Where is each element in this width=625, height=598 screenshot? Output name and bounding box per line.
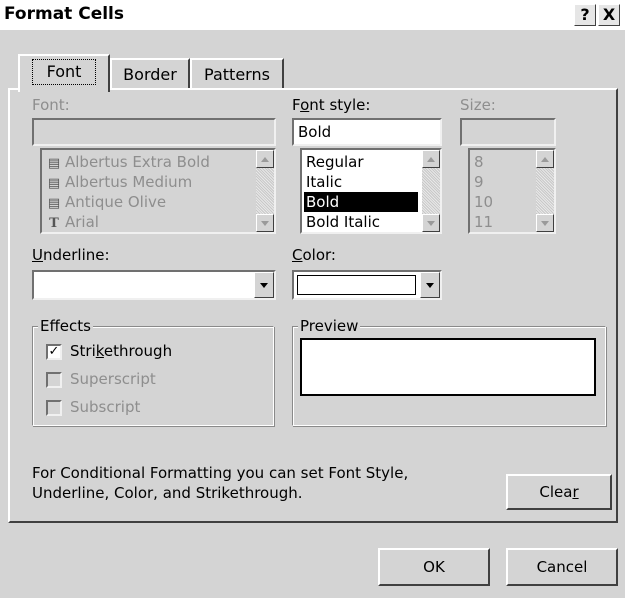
- tab-patterns-label: Patterns: [204, 65, 270, 84]
- scroll-up-button[interactable]: [536, 150, 554, 168]
- arrow-up-icon: [427, 157, 435, 162]
- font-style-item[interactable]: Italic: [304, 172, 422, 192]
- cancel-button[interactable]: Cancel: [506, 548, 618, 586]
- size-item[interactable]: 8: [472, 152, 484, 172]
- size-item[interactable]: 10: [472, 192, 493, 212]
- superscript-label: Superscript: [70, 370, 156, 388]
- format-cells-dialog: Format Cells ? X Font Border Patterns Fo…: [0, 0, 625, 598]
- arrow-down-icon: [541, 221, 549, 226]
- font-style-scrollbar[interactable]: [422, 150, 440, 232]
- font-style-item-selected[interactable]: Bold: [304, 192, 418, 212]
- font-list-item[interactable]: ▤ Albertus Extra Bold: [44, 152, 210, 172]
- underline-label: Underline:: [32, 246, 110, 264]
- font-list-item[interactable]: ▤ Antique Olive: [44, 192, 166, 212]
- truetype-font-icon: T: [49, 216, 59, 231]
- font-list-item[interactable]: ▤ Albertus Medium: [44, 172, 192, 192]
- ok-button[interactable]: OK: [378, 548, 490, 586]
- info-text-line1: For Conditional Formatting you can set F…: [32, 464, 409, 482]
- help-icon: ?: [580, 5, 590, 24]
- subscript-label: Subscript: [70, 398, 141, 416]
- printer-font-icon: ▤: [47, 176, 61, 191]
- scroll-up-button[interactable]: [256, 150, 274, 168]
- color-dropdown-button[interactable]: [420, 272, 440, 298]
- arrow-up-icon: [261, 157, 269, 162]
- printer-font-icon: ▤: [47, 156, 61, 171]
- font-style-item[interactable]: Bold Italic: [304, 212, 422, 232]
- info-text-line2: Underline, Color, and Strikethrough.: [32, 484, 303, 502]
- font-list-item[interactable]: T Arial: [44, 212, 99, 232]
- tab-font-label: Font: [31, 59, 97, 85]
- font-input[interactable]: [32, 118, 276, 146]
- arrow-up-icon: [541, 157, 549, 162]
- chevron-down-icon: [426, 283, 434, 288]
- color-select[interactable]: [292, 270, 442, 300]
- font-style-list[interactable]: Regular Italic Bold Bold Italic: [300, 148, 442, 234]
- font-list-scrollbar[interactable]: [256, 150, 274, 232]
- scroll-down-button[interactable]: [422, 214, 440, 232]
- arrow-down-icon: [261, 221, 269, 226]
- preview-title: Preview: [298, 317, 361, 335]
- size-item[interactable]: 9: [472, 172, 484, 192]
- subscript-checkbox[interactable]: [46, 400, 62, 416]
- font-style-input[interactable]: Bold: [292, 118, 442, 146]
- strikethrough-label: Strikethrough: [70, 342, 173, 360]
- size-list[interactable]: 8 9 10 11: [468, 148, 556, 234]
- superscript-checkbox[interactable]: [46, 372, 62, 388]
- clear-button[interactable]: Clear: [506, 474, 612, 510]
- title-bar: Format Cells ? X: [0, 0, 625, 30]
- strikethrough-checkbox[interactable]: ✓: [46, 344, 62, 360]
- scroll-down-button[interactable]: [536, 214, 554, 232]
- scroll-down-button[interactable]: [256, 214, 274, 232]
- underline-dropdown-button[interactable]: [254, 272, 274, 298]
- font-style-item[interactable]: Regular: [304, 152, 422, 172]
- underline-select[interactable]: [32, 270, 276, 300]
- tab-border[interactable]: Border: [110, 58, 190, 92]
- tab-border-label: Border: [123, 65, 177, 84]
- size-item[interactable]: 11: [472, 212, 493, 232]
- chevron-down-icon: [260, 283, 268, 288]
- scroll-up-button[interactable]: [422, 150, 440, 168]
- font-list[interactable]: ▤ Albertus Extra Bold ▤ Albertus Medium ▤ A…: [40, 148, 276, 234]
- color-swatch: [297, 275, 416, 295]
- color-label: Color:: [292, 246, 336, 264]
- dialog-title: Format Cells: [4, 4, 124, 24]
- effects-title: Effects: [38, 317, 93, 335]
- printer-font-icon: ▤: [47, 196, 61, 211]
- size-list-scrollbar[interactable]: [536, 150, 554, 232]
- size-input[interactable]: [460, 118, 556, 146]
- arrow-down-icon: [427, 221, 435, 226]
- close-icon: X: [602, 5, 616, 24]
- font-label: Font:: [32, 96, 70, 114]
- tab-font[interactable]: Font: [18, 54, 110, 92]
- tab-patterns[interactable]: Patterns: [190, 58, 284, 92]
- help-button[interactable]: ?: [574, 4, 596, 26]
- preview-box: [300, 338, 596, 396]
- font-style-label: Font style:: [292, 96, 371, 114]
- close-button[interactable]: X: [598, 4, 620, 26]
- size-label: Size:: [460, 96, 496, 114]
